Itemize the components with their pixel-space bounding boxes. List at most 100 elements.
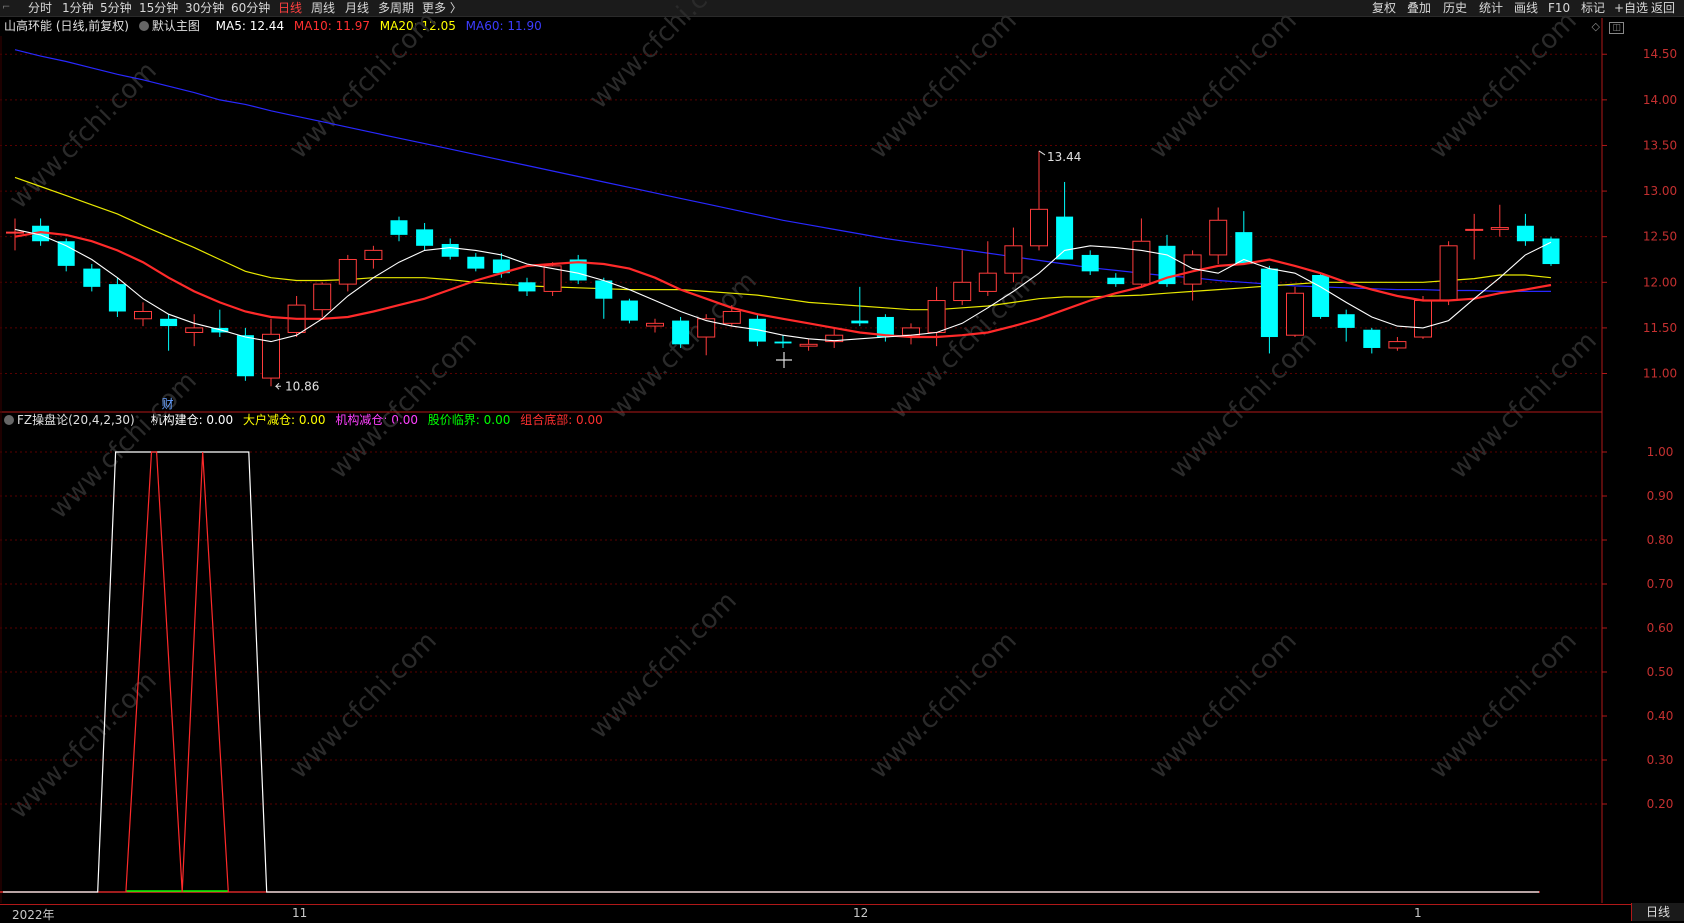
price-tick-label: 11.00 (1643, 367, 1677, 381)
candle-body-down (1337, 314, 1355, 328)
candle-body-up (927, 300, 946, 333)
tab-weekly[interactable]: 周线 (311, 1, 335, 15)
indicator-tick-label: 0.20 (1647, 797, 1674, 811)
candle-body-up (313, 283, 332, 311)
candle-body-up (646, 322, 664, 327)
stats-button[interactable]: 统计 (1479, 1, 1503, 15)
candle-body-up (543, 265, 562, 292)
ma20-value: MA20: 12.05 (379, 19, 456, 33)
candle-body-up (1439, 245, 1458, 302)
candle-body-down (672, 320, 690, 345)
annotations: 13.44 10.86 财 (162, 150, 1082, 411)
template-selector[interactable]: 默认主图 (138, 19, 206, 33)
ma5-line (14, 228, 1552, 343)
high-label: 13.44 (1047, 150, 1081, 164)
indicator-tick-label: 0.90 (1647, 489, 1674, 503)
indicator-tick-label: 0.40 (1647, 709, 1674, 723)
corner-icon[interactable]: ⌐ (2, 1, 10, 15)
candle-body-up (697, 318, 716, 338)
diamond-icon[interactable]: ◇ (1592, 20, 1600, 33)
indicator-tick-label: 0.70 (1647, 577, 1674, 591)
ma10-value: MA10: 11.97 (293, 19, 370, 33)
candle-body-up (1286, 292, 1304, 336)
candle-body-up (1004, 245, 1023, 274)
candle-body-up (338, 258, 357, 285)
watermark-text: www.cfchi.com (4, 56, 163, 215)
ma10-line (14, 230, 1552, 339)
candle-body-up (287, 304, 306, 333)
price-tick-label: 12.50 (1643, 230, 1677, 244)
watermark-text: www.cfchi.com (44, 366, 203, 525)
candle-body-up (1183, 254, 1202, 285)
kline-chart[interactable]: www.cfchi.com www.cfchi.com www.cfchi.com w… (0, 0, 1684, 921)
fuquan-button[interactable]: 复权 (1372, 1, 1396, 15)
expand-icon[interactable]: ◫ (1609, 22, 1624, 34)
ma60-polyline (14, 49, 1551, 292)
candle-body-down (1516, 225, 1534, 242)
candle-body-down (876, 316, 894, 338)
candle-body-down (569, 259, 587, 281)
tab-60min[interactable]: 60分钟 (231, 1, 270, 15)
high-pointer (1038, 150, 1046, 156)
ma60-value: MA60: 11.90 (465, 19, 542, 33)
date-label-jan: 1 (1414, 906, 1422, 920)
candle-body-down (1235, 232, 1253, 265)
overlay-button[interactable]: 叠加 (1407, 1, 1431, 15)
grid-lines (0, 53, 1600, 805)
price-tick-label: 14.50 (1643, 47, 1677, 61)
candle-body-down (774, 341, 792, 344)
candle-body-down (851, 320, 869, 324)
candle-body-down (1056, 216, 1074, 260)
watermark-text: www.cfchi.com (324, 326, 483, 485)
candle-body-up (1030, 208, 1048, 247)
indicator-white-line (3, 451, 1539, 893)
candle-body-down (1158, 245, 1176, 285)
indicator-tick-label: 0.50 (1647, 665, 1674, 679)
candle-body-down (1107, 277, 1125, 285)
candle-body-down (57, 241, 75, 266)
back-button[interactable]: 返回 (1651, 1, 1675, 15)
finance-marker: 财 (162, 397, 174, 411)
settings-icon (4, 415, 14, 425)
candle-body-up (6, 231, 24, 234)
candle-body-down (620, 300, 638, 321)
price-tick-label: 14.00 (1643, 93, 1677, 107)
mark-button[interactable]: 标记 (1581, 1, 1605, 15)
candle-body-up (1388, 341, 1407, 349)
ma5-polyline (14, 228, 1552, 343)
indicator-lines (3, 451, 1539, 893)
candle-body-down (1542, 238, 1560, 265)
candle-body-up (1490, 227, 1509, 230)
watermark-text: www.cfchi.com (884, 266, 1043, 425)
watermark-text: www.cfchi.com (604, 266, 763, 425)
low-label: 10.86 (285, 379, 319, 393)
period-tab-daily[interactable]: 日线 (1631, 903, 1684, 921)
tab-1min[interactable]: 1分钟 (62, 1, 94, 15)
candle-body-down (1363, 329, 1381, 348)
candle-body-up (978, 272, 997, 292)
tab-5min[interactable]: 5分钟 (100, 1, 132, 15)
indicator-name: FZ操盘论(20,4,2,30) (17, 413, 135, 427)
draw-button[interactable]: 画线 (1514, 1, 1538, 15)
tab-daily[interactable]: 日线 (278, 1, 302, 15)
indicator-s4: 股价临界: 0.00 (427, 413, 511, 427)
date-label-nov: 11 (292, 906, 308, 920)
indicator-selector[interactable]: FZ操盘论(20,4,2,30) (4, 413, 141, 427)
candle-body-up (134, 310, 152, 320)
tab-multi-period[interactable]: 多周期 (378, 1, 414, 15)
price-tick-label: 13.50 (1643, 138, 1677, 152)
tab-monthly[interactable]: 月线 (345, 1, 369, 15)
add-watchlist-button[interactable]: +自选 (1614, 1, 1648, 15)
tab-fenshi[interactable]: 分时 (28, 1, 52, 15)
tab-more[interactable]: 更多 〉 (422, 1, 462, 15)
candles (6, 150, 1560, 387)
candle-body-up (722, 310, 741, 324)
stock-title[interactable]: 山高环能 (日线,前复权) (4, 19, 129, 33)
template-label: 默认主图 (151, 19, 200, 33)
f10-button[interactable]: F10 (1548, 1, 1570, 15)
watermark-text: www.cfchi.com (1144, 626, 1303, 785)
history-button[interactable]: 历史 (1443, 1, 1467, 15)
candle-body-up (825, 334, 844, 343)
tab-30min[interactable]: 30分钟 (185, 1, 224, 15)
tab-15min[interactable]: 15分钟 (139, 1, 178, 15)
